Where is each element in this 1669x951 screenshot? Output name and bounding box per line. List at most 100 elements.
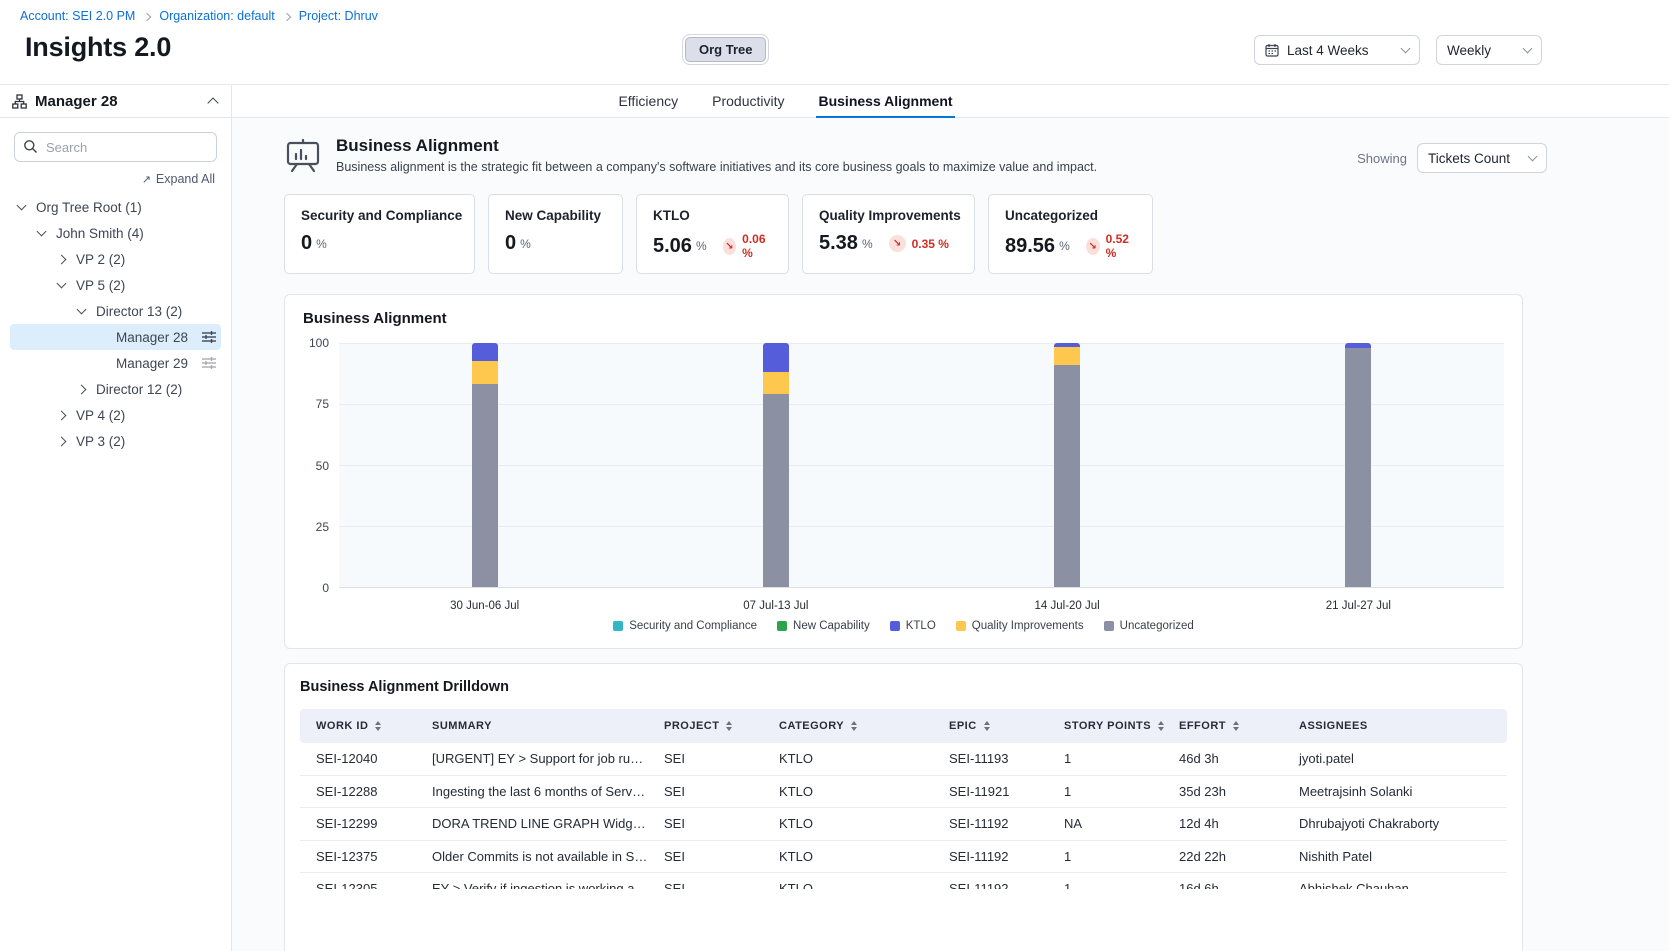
- chevron-right-icon[interactable]: [57, 436, 67, 446]
- tree-item-manager-28[interactable]: Manager 28: [10, 324, 221, 350]
- tree-item-label: Director 12 (2): [96, 382, 182, 397]
- kpi-card-new-capability: New Capability 0 %: [488, 194, 623, 274]
- filter-sliders-icon[interactable]: [202, 331, 216, 343]
- bar-stack-week-1[interactable]: [472, 343, 498, 587]
- showing-value: Tickets Count: [1428, 151, 1521, 166]
- cell-assignees: jyoti.patel: [1283, 751, 1507, 766]
- legend-item-quality-improvements[interactable]: Quality Improvements: [956, 620, 1084, 632]
- tree-item-vp-5[interactable]: VP 5 (2): [10, 272, 221, 298]
- bar-stack-week-3[interactable]: [1054, 343, 1080, 587]
- chevron-right-icon[interactable]: [57, 254, 67, 264]
- tab-business-alignment[interactable]: Business Alignment: [816, 85, 954, 118]
- table-title: Business Alignment Drilldown: [300, 679, 1507, 695]
- bar-stack-week-2[interactable]: [763, 343, 789, 587]
- legend-label: Uncategorized: [1120, 620, 1194, 632]
- sidebar-header: Manager 28: [0, 85, 231, 118]
- search-input[interactable]: [14, 132, 217, 162]
- chevron-right-icon[interactable]: [77, 384, 87, 394]
- tree-item-label: Org Tree Root (1): [36, 200, 142, 215]
- table-row[interactable]: SEI-12299 DORA TREND LINE GRAPH Widgets …: [300, 808, 1507, 841]
- section-description: Business alignment is the strategic fit …: [336, 160, 1097, 174]
- tree-item-vp-4[interactable]: VP 4 (2): [10, 402, 221, 428]
- cell-project: SEI: [648, 816, 763, 831]
- column-header-project[interactable]: PROJECT: [648, 720, 763, 732]
- org-tree-button[interactable]: Org Tree: [682, 34, 769, 65]
- tree-item-director-13[interactable]: Director 13 (2): [10, 298, 221, 324]
- sort-icon[interactable]: [851, 721, 857, 731]
- tree-item-manager-29[interactable]: Manager 29: [10, 350, 221, 376]
- table-row[interactable]: SEI-12288 Ingesting the last 6 months of…: [300, 776, 1507, 809]
- tree-item-label: Manager 29: [116, 356, 188, 371]
- chevron-right-icon[interactable]: [57, 410, 67, 420]
- cell-category: KTLO: [763, 816, 933, 831]
- top-header: Account: SEI 2.0 PM Organization: defaul…: [0, 0, 1669, 85]
- legend-swatch: [1104, 621, 1114, 631]
- kpi-unit: %: [520, 237, 531, 251]
- chevron-down-icon[interactable]: [17, 201, 27, 211]
- sort-icon[interactable]: [375, 721, 381, 731]
- chevron-right-icon: [282, 12, 290, 20]
- legend-item-ktlo[interactable]: KTLO: [890, 620, 936, 632]
- kpi-value: 5.06: [653, 235, 692, 258]
- content: Business Alignment Business alignment is…: [232, 118, 1669, 951]
- sidebar: Manager 28 ↗ Expand All Org Tree Root (1…: [0, 85, 232, 951]
- cell-epic: SEI-11192: [933, 816, 1048, 831]
- legend-item-new-capability[interactable]: New Capability: [777, 620, 870, 632]
- column-header-epic[interactable]: EPIC: [933, 720, 1048, 732]
- tree-item-vp-3[interactable]: VP 3 (2): [10, 428, 221, 454]
- kpi-title: Quality Improvements: [819, 208, 958, 223]
- chevron-down-icon[interactable]: [57, 279, 67, 289]
- tree-item-vp-2[interactable]: VP 2 (2): [10, 246, 221, 272]
- tabs: Efficiency Productivity Business Alignme…: [232, 85, 1669, 118]
- legend-label: New Capability: [793, 620, 870, 632]
- kpi-title: Security and Compliance: [301, 208, 458, 223]
- granularity-select[interactable]: Weekly: [1436, 35, 1542, 65]
- cell-work-id: SEI-12299: [300, 816, 416, 831]
- x-tick-label: 07 Jul-13 Jul: [743, 600, 808, 612]
- bar-stack-week-4[interactable]: [1345, 343, 1371, 587]
- x-axis: 30 Jun-06 Jul 07 Jul-13 Jul 14 Jul-20 Ju…: [339, 588, 1504, 620]
- sort-icon[interactable]: [1233, 721, 1239, 731]
- filter-sliders-icon[interactable]: [202, 357, 216, 369]
- date-range-select[interactable]: Last 4 Weeks: [1254, 35, 1420, 65]
- chevron-down-icon[interactable]: [37, 227, 47, 237]
- cell-story-points: 1: [1048, 849, 1163, 864]
- tree-item-director-12[interactable]: Director 12 (2): [10, 376, 221, 402]
- sort-icon[interactable]: [726, 721, 732, 731]
- tree-item-label: Director 13 (2): [96, 304, 182, 319]
- y-tick-label: 100: [309, 336, 329, 350]
- column-header-effort[interactable]: EFFORT: [1163, 720, 1283, 732]
- expand-all-button[interactable]: ↗ Expand All: [16, 172, 215, 186]
- tab-productivity[interactable]: Productivity: [710, 85, 786, 118]
- kpi-value: 0: [505, 232, 516, 255]
- breadcrumb-account-link[interactable]: Account: SEI 2.0 PM: [20, 9, 135, 23]
- breadcrumb-project-link[interactable]: Project: Dhruv: [299, 9, 378, 23]
- column-header-work-id[interactable]: WORK ID: [300, 720, 416, 732]
- tree-item-org-tree-root[interactable]: Org Tree Root (1): [10, 194, 221, 220]
- legend-item-uncategorized[interactable]: Uncategorized: [1104, 620, 1194, 632]
- tree-item-john-smith[interactable]: John Smith (4): [10, 220, 221, 246]
- tab-efficiency[interactable]: Efficiency: [616, 85, 680, 118]
- org-tree-button-label: Org Tree: [685, 37, 766, 62]
- chevron-down-icon[interactable]: [77, 305, 87, 315]
- table-row[interactable]: SEI-12375 Older Commits is not available…: [300, 841, 1507, 874]
- cell-category: KTLO: [763, 881, 933, 889]
- cell-summary: DORA TREND LINE GRAPH Widgets is n...: [416, 816, 648, 831]
- column-header-category[interactable]: CATEGORY: [763, 720, 933, 732]
- table-row[interactable]: SEI-12305 EY > Verify if ingestion is wo…: [300, 873, 1507, 889]
- cell-project: SEI: [648, 881, 763, 889]
- expand-all-label: Expand All: [156, 172, 215, 186]
- kpi-unit: %: [696, 239, 707, 253]
- legend-item-security-and-compliance[interactable]: Security and Compliance: [613, 620, 757, 632]
- collapse-chevron-up-icon[interactable]: [207, 97, 218, 108]
- column-header-story-points[interactable]: STORY POINTS: [1048, 720, 1163, 732]
- legend-label: Security and Compliance: [629, 620, 757, 632]
- cell-assignees: Meetrajsinh Solanki: [1283, 784, 1507, 799]
- sort-icon[interactable]: [984, 721, 990, 731]
- kpi-card-quality-improvements: Quality Improvements 5.38 % ↘ 0.35 %: [802, 194, 975, 274]
- cell-category: KTLO: [763, 849, 933, 864]
- breadcrumb-organization-link[interactable]: Organization: default: [159, 9, 274, 23]
- showing-select[interactable]: Tickets Count: [1417, 143, 1547, 173]
- cell-assignees: Dhrubajyoti Chakraborty: [1283, 816, 1507, 831]
- table-row[interactable]: SEI-12040 [URGENT] EY > Support for job …: [300, 743, 1507, 776]
